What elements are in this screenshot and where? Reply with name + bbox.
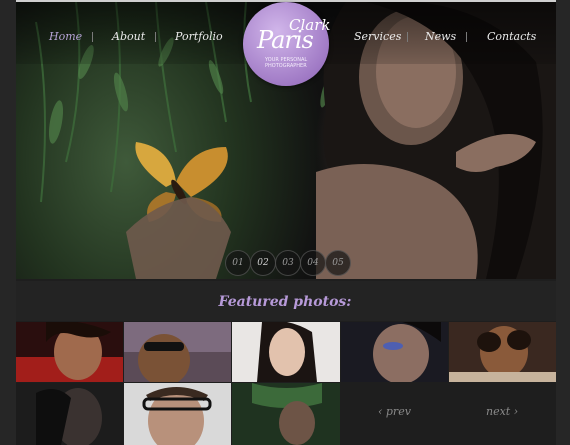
slider-page-4[interactable]: 04: [300, 250, 326, 276]
portrait-thumbnail: [341, 322, 448, 382]
slider-page-3[interactable]: 03: [275, 250, 301, 276]
nav-portfolio[interactable]: Portfolio: [175, 30, 223, 43]
portrait-thumbnail: [124, 322, 231, 382]
slider-page-5[interactable]: 05: [325, 250, 351, 276]
portrait-thumbnail: [232, 383, 340, 445]
nav-news[interactable]: News: [425, 30, 456, 43]
slider-page-1[interactable]: 01: [225, 250, 251, 276]
featured-photo-6[interactable]: [16, 383, 123, 445]
portrait-thumbnail: [232, 322, 340, 382]
nav-about[interactable]: About: [112, 30, 145, 43]
nav-separator: [155, 32, 156, 42]
featured-photo-4[interactable]: [341, 322, 448, 382]
logo[interactable]: Clark Paris YOUR PERSONAL PHOTOGRAPHER: [243, 2, 330, 86]
featured-photo-7[interactable]: [124, 383, 231, 445]
right-frame: [556, 0, 570, 445]
featured-photo-5[interactable]: [449, 322, 556, 382]
featured-next-button[interactable]: next ›: [486, 405, 518, 418]
nav-contacts[interactable]: Contacts: [487, 30, 536, 43]
logo-tagline: YOUR PERSONAL PHOTOGRAPHER: [265, 57, 308, 69]
portrait-thumbnail: [16, 322, 123, 382]
nav-separator: [466, 32, 467, 42]
featured-photo-2[interactable]: [124, 322, 231, 382]
featured-prev-button[interactable]: ‹ prev: [378, 405, 411, 418]
portrait-thumbnail: [449, 322, 556, 382]
nav-separator: [407, 32, 408, 42]
featured-title: Featured photos:: [218, 294, 352, 310]
left-frame: [0, 0, 16, 445]
logo-first-name: Paris: [257, 26, 314, 54]
featured-photo-1[interactable]: [16, 322, 123, 382]
nav-separator: [92, 32, 93, 42]
portrait-thumbnail: [16, 383, 123, 445]
nav-services[interactable]: Services: [354, 30, 401, 43]
featured-photo-3[interactable]: [232, 322, 340, 382]
slider-page-2[interactable]: 02: [250, 250, 276, 276]
portrait-thumbnail: [124, 383, 231, 445]
nav-home[interactable]: Home: [49, 30, 82, 43]
featured-photo-8[interactable]: [232, 383, 340, 445]
